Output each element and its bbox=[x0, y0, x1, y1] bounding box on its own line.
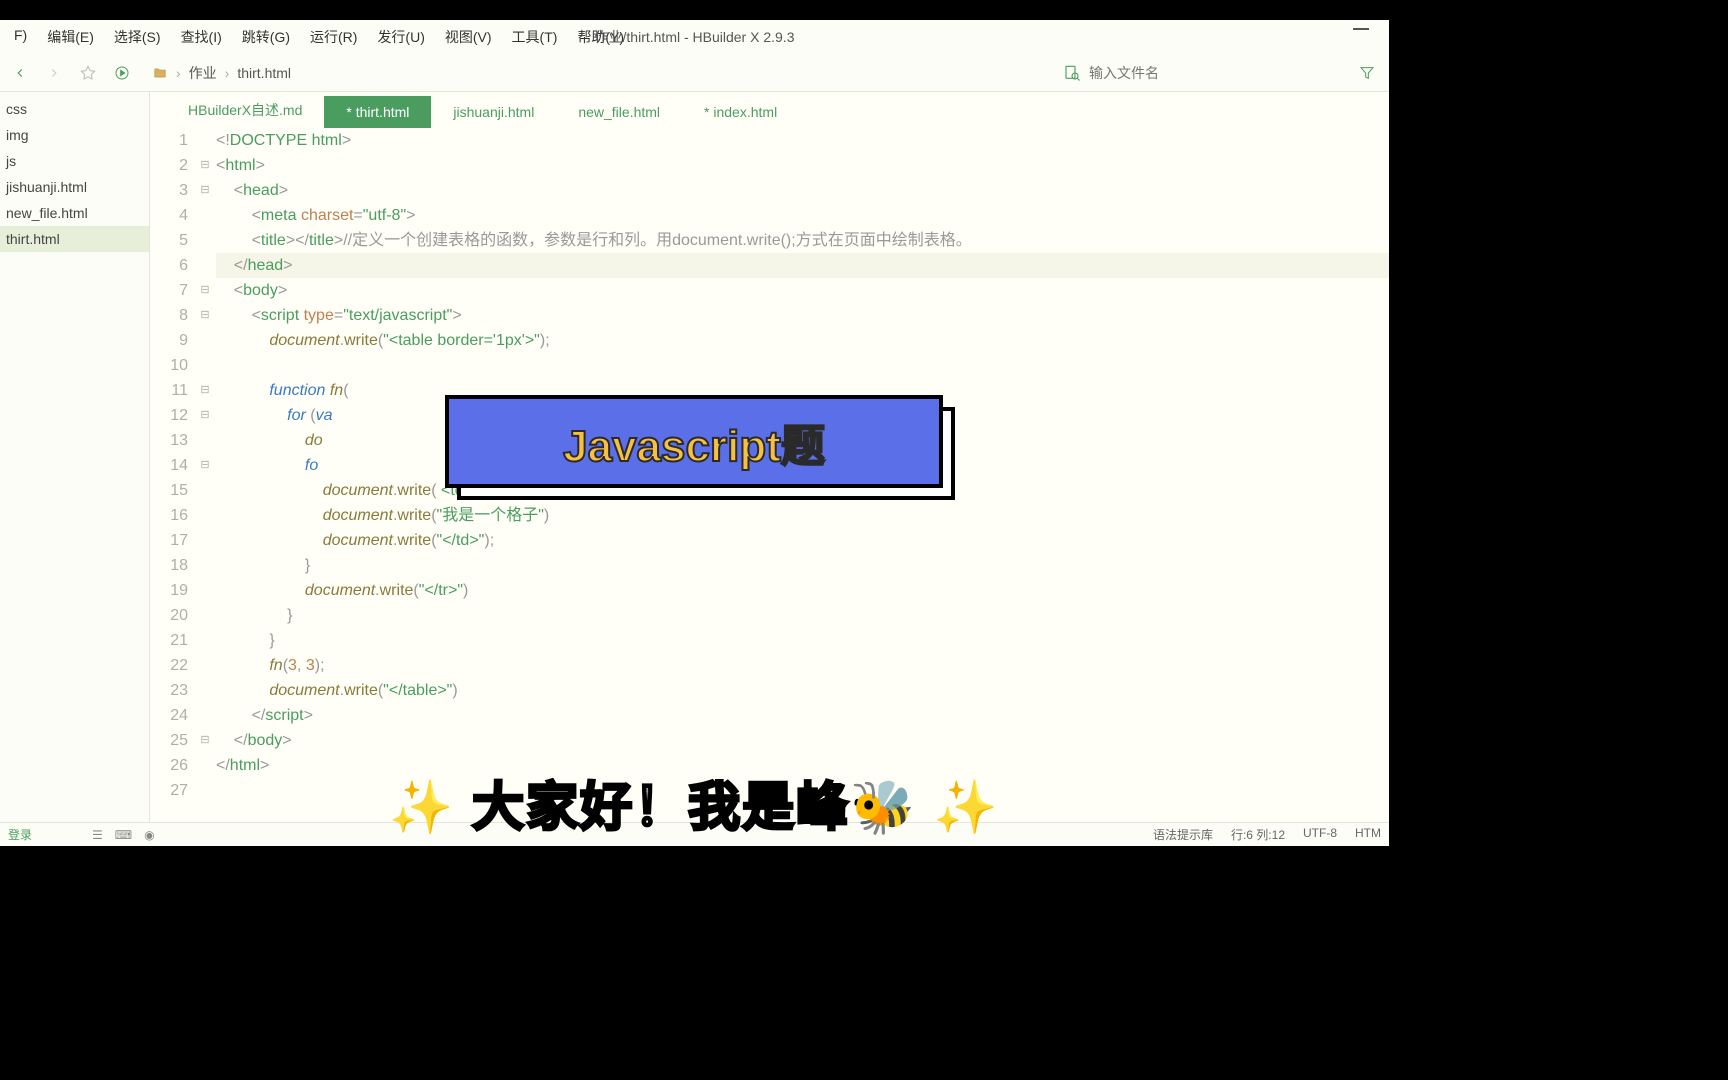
menu-item[interactable]: 跳转(G) bbox=[232, 27, 300, 47]
menubar: F)编辑(E)选择(S)查找(I)跳转(G)运行(R)发行(U)视图(V)工具(… bbox=[0, 20, 1389, 54]
video-caption: ✨ 大家好！我是峰🐝 ✨ bbox=[0, 765, 1389, 840]
menu-item[interactable]: 发行(U) bbox=[367, 27, 434, 47]
banner-text: Javascript题 bbox=[563, 410, 825, 474]
filter-icon[interactable] bbox=[1359, 65, 1375, 81]
line-gutter: 1234567891011121314151617181920212223242… bbox=[150, 128, 198, 822]
sidebar-item[interactable]: img bbox=[0, 122, 149, 148]
search-box bbox=[1063, 64, 1383, 82]
tab[interactable]: jishuanji.html bbox=[431, 96, 556, 128]
tab[interactable]: * index.html bbox=[682, 96, 799, 128]
menu-item[interactable]: 工具(T) bbox=[502, 27, 568, 47]
breadcrumb-item[interactable]: thirt.html bbox=[237, 65, 291, 81]
sidebar-item[interactable]: jishuanji.html bbox=[0, 174, 149, 200]
tab[interactable]: HBuilderX自述.md bbox=[166, 92, 324, 128]
menu-item[interactable]: F) bbox=[4, 27, 37, 47]
sidebar: cssimgjsjishuanji.htmlnew_file.htmlthirt… bbox=[0, 92, 150, 822]
sidebar-item[interactable]: css bbox=[0, 96, 149, 122]
menu-item[interactable]: 视图(V) bbox=[435, 27, 502, 47]
star-button[interactable] bbox=[74, 59, 102, 87]
menu-item[interactable]: 选择(S) bbox=[104, 27, 171, 47]
breadcrumb: › 作业 › thirt.html bbox=[152, 63, 291, 83]
back-button[interactable] bbox=[6, 59, 34, 87]
fold-gutter[interactable]: ⊟⊟⊟⊟⊟⊟⊟⊟ bbox=[198, 128, 212, 822]
toolbar: › 作业 › thirt.html bbox=[0, 54, 1389, 92]
menu-item[interactable]: 查找(I) bbox=[171, 27, 232, 47]
folder-icon bbox=[152, 66, 168, 80]
chevron-right-icon: › bbox=[176, 65, 181, 81]
run-button[interactable] bbox=[108, 59, 136, 87]
menu-item[interactable]: 运行(R) bbox=[300, 27, 367, 47]
breadcrumb-item[interactable]: 作业 bbox=[189, 63, 217, 83]
tab-bar: HBuilderX自述.md* thirt.htmljishuanji.html… bbox=[150, 92, 1389, 128]
tab[interactable]: * thirt.html bbox=[324, 96, 431, 128]
minimize-button[interactable] bbox=[1353, 28, 1369, 30]
window-title: 作业/thirt.html - HBuilder X 2.9.3 bbox=[595, 27, 795, 47]
chevron-right-icon: › bbox=[225, 65, 230, 81]
sidebar-item[interactable]: thirt.html bbox=[0, 226, 149, 252]
search-new-icon[interactable] bbox=[1063, 64, 1081, 82]
overlay-banner: Javascript题 bbox=[445, 395, 955, 500]
forward-button[interactable] bbox=[40, 59, 68, 87]
sidebar-item[interactable]: js bbox=[0, 148, 149, 174]
search-input[interactable] bbox=[1089, 65, 1329, 81]
tab[interactable]: new_file.html bbox=[556, 96, 682, 128]
sidebar-item[interactable]: new_file.html bbox=[0, 200, 149, 226]
menu-item[interactable]: 编辑(E) bbox=[37, 27, 104, 47]
